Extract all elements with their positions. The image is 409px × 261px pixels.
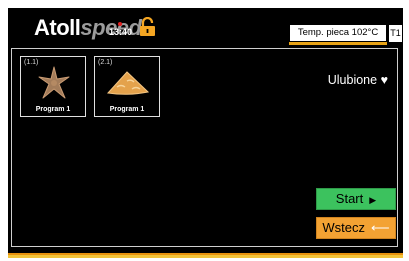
- program-tile-2[interactable]: (2.1) Program 1: [94, 56, 160, 117]
- program-label: Program 1: [35, 106, 71, 113]
- play-triangle-icon: ▶: [369, 195, 377, 205]
- logo-text-primary: Atoll: [34, 15, 81, 40]
- bottom-accent-stripe-light: [8, 255, 403, 258]
- unlocked-padlock-icon[interactable]: [139, 17, 156, 37]
- heart-icon: ♥: [380, 73, 388, 87]
- clock-time: 13:40: [109, 27, 133, 37]
- back-label: Wstecz: [322, 220, 365, 235]
- favorites-filter[interactable]: Ulubione ♥: [328, 73, 388, 87]
- status-dot-icon: [118, 22, 122, 26]
- start-label: Start: [335, 191, 364, 206]
- start-button[interactable]: Start ▶: [316, 188, 396, 210]
- arrow-left-icon: ⟵: [370, 220, 390, 235]
- back-button[interactable]: Wstecz ⟵: [316, 217, 396, 239]
- temperature-indicator-bar: [289, 42, 387, 45]
- header-bar: Atollspeed 13:40 Temp. pieca 102°C T1: [8, 8, 403, 46]
- program-code: (2.1): [98, 59, 113, 66]
- starfish-icon: [38, 66, 70, 99]
- pastry-slice-icon: [107, 71, 150, 95]
- favorites-label: Ulubione: [327, 73, 378, 87]
- tab-t1[interactable]: T1: [388, 24, 403, 43]
- program-tile-1[interactable]: (1.1) Program 1: [20, 56, 86, 117]
- program-label: Program 1: [109, 106, 145, 113]
- oven-temperature-display: Temp. pieca 102°C: [289, 24, 387, 42]
- oven-screen: Atollspeed 13:40 Temp. pieca 102°C T1 (1…: [8, 8, 403, 254]
